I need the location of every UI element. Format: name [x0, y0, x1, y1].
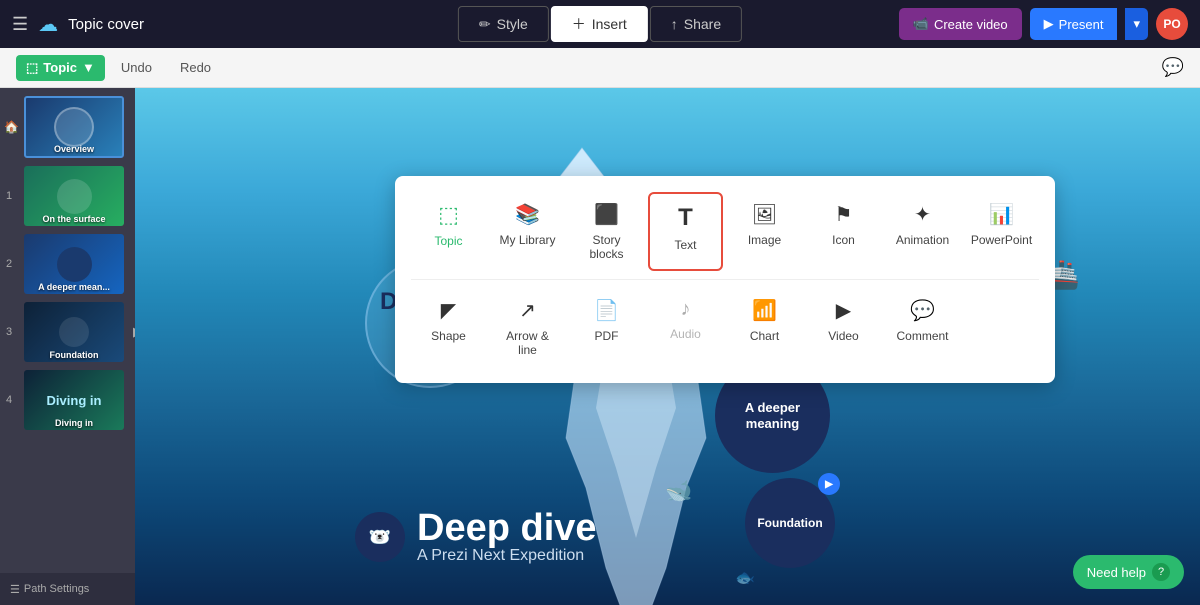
- foundation-text: Foundation: [757, 516, 822, 530]
- shape-menu-icon: ◤: [441, 298, 456, 323]
- chat-icon[interactable]: 💬: [1162, 57, 1184, 78]
- insert-topic[interactable]: ⬚ Topic: [411, 192, 486, 271]
- create-video-button[interactable]: 📹 Create video: [899, 8, 1022, 40]
- share-icon: ↑: [671, 16, 678, 32]
- insert-image[interactable]: 🖼 Image: [727, 192, 802, 271]
- slide-thumb-2[interactable]: A deeper mean...: [24, 234, 124, 294]
- fish-graphic: 🐟: [735, 568, 755, 588]
- tab-insert[interactable]: ＋ Insert: [551, 6, 648, 42]
- icon-menu-icon: ⚑: [835, 202, 853, 227]
- animation-menu-icon: ✦: [914, 202, 931, 227]
- slide-num-4: 4: [6, 394, 12, 406]
- video-cam-icon: 📹: [913, 16, 929, 32]
- slide-label-4: Diving in: [24, 418, 124, 428]
- slide-num-3: 3: [6, 326, 12, 338]
- slide-num-1: 1: [6, 190, 12, 202]
- slide-label-overview: Overview: [26, 144, 122, 154]
- insert-pdf[interactable]: 📄 PDF: [569, 288, 644, 367]
- deep-dive-title: Deep dive: [417, 509, 597, 547]
- foundation-circle[interactable]: Foundation ▶: [745, 478, 835, 568]
- slide-label-1: On the surface: [24, 214, 124, 224]
- present-dropdown-button[interactable]: ▾: [1125, 8, 1148, 40]
- tab-style[interactable]: ✏ Style: [458, 6, 549, 42]
- deep-dive-subtitle: A Prezi Next Expedition: [417, 547, 597, 565]
- insert-story-blocks[interactable]: ⬛ Story blocks: [569, 192, 644, 271]
- main-layout: 🏠 Overview 1 On the surface 2: [0, 88, 1200, 605]
- undo-button[interactable]: Undo: [109, 55, 164, 80]
- slide-row-overview: 🏠 Overview: [6, 96, 129, 158]
- insert-text[interactable]: T Text: [648, 192, 723, 271]
- insert-icon[interactable]: ⚑ Icon: [806, 192, 881, 271]
- slide-thumb-4[interactable]: Diving in Diving in: [24, 370, 124, 430]
- deep-dive-brand: 🐻‍❄️ Deep dive A Prezi Next Expedition: [355, 509, 597, 565]
- help-icon: ?: [1152, 563, 1170, 581]
- play-icon: ▶: [1044, 16, 1054, 32]
- pdf-menu-icon: 📄: [594, 298, 619, 323]
- insert-grid-row1: ⬚ Topic 📚 My Library ⬛ Story blocks T Te…: [411, 192, 1039, 367]
- slide-label-3: Foundation: [24, 350, 124, 360]
- arrow-line-icon: ↗: [519, 298, 536, 323]
- avatar: PO: [1156, 8, 1188, 40]
- need-help-button[interactable]: Need help ?: [1073, 555, 1184, 589]
- topic-badge-icon: ⬚: [26, 60, 38, 76]
- insert-video[interactable]: ▶ Video: [806, 288, 881, 367]
- slide-row-4: 4 Diving in Diving in: [6, 370, 129, 430]
- topbar-tabs: ✏ Style ＋ Insert ↑ Share: [458, 6, 742, 42]
- insert-my-library[interactable]: 📚 My Library: [490, 192, 565, 271]
- comment-menu-icon: 💬: [910, 298, 935, 323]
- brand-logo: 🐻‍❄️: [355, 512, 405, 562]
- brand-text: Deep dive A Prezi Next Expedition: [417, 509, 597, 565]
- slide-panel: 🏠 Overview 1 On the surface 2: [0, 88, 135, 605]
- topbar: ☰ ☁ Topic cover ✏ Style ＋ Insert ↑ Share…: [0, 0, 1200, 48]
- image-menu-icon: 🖼: [752, 202, 777, 227]
- app-title: Topic cover: [68, 16, 144, 33]
- insert-chart[interactable]: 📶 Chart: [727, 288, 802, 367]
- insert-icon: ＋: [572, 14, 586, 34]
- insert-audio[interactable]: ♪ Audio: [648, 288, 723, 367]
- slide-row-2: 2 A deeper mean...: [6, 234, 129, 294]
- topbar-actions: 📹 Create video ▶ Present ▾ PO: [899, 8, 1188, 40]
- slide-label-2: A deeper mean...: [24, 282, 124, 292]
- style-icon: ✏: [479, 16, 491, 33]
- slide-num-2: 2: [6, 258, 12, 270]
- home-icon: 🏠: [4, 120, 19, 134]
- foundation-play-icon: ▶: [818, 473, 840, 495]
- topic-dropdown-arrow: ▼: [82, 60, 95, 75]
- tab-share[interactable]: ↑ Share: [650, 6, 742, 42]
- hamburger-icon[interactable]: ☰: [12, 14, 28, 35]
- text-menu-icon: T: [678, 204, 693, 232]
- video-menu-icon: ▶: [836, 298, 851, 323]
- path-settings-icon: ☰: [10, 583, 20, 596]
- slide-thumb-1[interactable]: On the surface: [24, 166, 124, 226]
- present-button[interactable]: ▶ Present: [1030, 8, 1118, 40]
- slide-thumb-3[interactable]: Foundation: [24, 302, 124, 362]
- slide-row-1: 1 On the surface: [6, 166, 129, 226]
- slide-thumb-overview[interactable]: Overview: [24, 96, 124, 158]
- chart-menu-icon: 📶: [752, 298, 777, 323]
- insert-comment[interactable]: 💬 Comment: [885, 288, 960, 367]
- story-blocks-icon: ⬛: [594, 202, 619, 227]
- canvas-area: Diving in ⛵ 🚢 On thesurface A deepermean…: [135, 88, 1200, 605]
- insert-animation[interactable]: ✦ Animation: [885, 192, 960, 271]
- dropdown-divider: [411, 279, 1039, 280]
- topic-badge[interactable]: ⬚ Topic ▼: [16, 55, 105, 81]
- deeper-meaning-text: A deepermeaning: [745, 400, 800, 431]
- topic-menu-icon: ⬚: [438, 202, 459, 228]
- cloud-icon: ☁: [38, 12, 58, 37]
- my-library-icon: 📚: [515, 202, 540, 227]
- insert-arrow-line[interactable]: ↗ Arrow & line: [490, 288, 565, 367]
- whale-graphic: 🐋: [665, 478, 692, 504]
- path-settings[interactable]: ☰ Path Settings: [0, 573, 135, 605]
- insert-dropdown: ⬚ Topic 📚 My Library ⬛ Story blocks T Te…: [395, 176, 1055, 383]
- powerpoint-menu-icon: 📊: [989, 202, 1014, 227]
- insert-powerpoint[interactable]: 📊 PowerPoint: [964, 192, 1039, 271]
- redo-button[interactable]: Redo: [168, 55, 223, 80]
- audio-menu-icon: ♪: [681, 298, 691, 321]
- insert-shape[interactable]: ◤ Shape: [411, 288, 486, 367]
- slide-row-3: 3 Foundation ▶: [6, 302, 129, 362]
- toolbar: ⬚ Topic ▼ Undo Redo 💬: [0, 48, 1200, 88]
